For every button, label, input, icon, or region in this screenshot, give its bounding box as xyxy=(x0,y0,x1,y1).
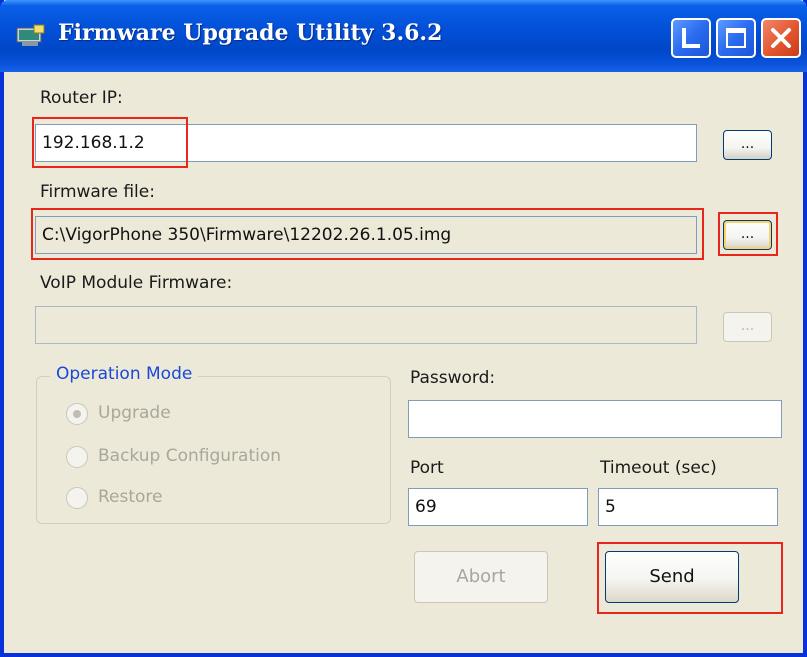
router-ip-label: Router IP: xyxy=(40,88,123,108)
maximize-icon xyxy=(726,28,746,48)
timeout-input[interactable]: 5 xyxy=(598,488,778,526)
restore-radio-label: Restore xyxy=(98,487,163,507)
port-label: Port xyxy=(410,458,444,478)
minimize-icon xyxy=(682,28,700,48)
password-input[interactable] xyxy=(408,400,782,438)
title-bar[interactable]: Firmware Upgrade Utility 3.6.2 xyxy=(0,0,807,72)
abort-button[interactable]: Abort xyxy=(414,551,548,603)
backup-configuration-radio-label: Backup Configuration xyxy=(98,446,282,466)
voip-firmware-input[interactable] xyxy=(35,306,697,344)
password-label: Password: xyxy=(410,368,496,388)
router-ip-browse-button[interactable]: ... xyxy=(723,130,772,160)
app-icon xyxy=(16,24,45,46)
radio-selected-dot xyxy=(73,410,81,418)
timeout-label: Timeout (sec) xyxy=(600,458,717,478)
firmware-file-label: Firmware file: xyxy=(40,182,155,202)
send-button[interactable]: Send xyxy=(605,551,739,603)
backup-configuration-radio[interactable] xyxy=(66,446,88,468)
close-button[interactable] xyxy=(761,18,801,58)
port-input[interactable]: 69 xyxy=(408,488,588,526)
operation-mode-title: Operation Mode xyxy=(50,364,199,384)
minimize-button[interactable] xyxy=(671,18,711,58)
upgrade-radio-label: Upgrade xyxy=(98,403,171,423)
firmware-file-input[interactable]: C:\VigorPhone 350\Firmware\12202.26.1.05… xyxy=(35,216,697,254)
upgrade-radio[interactable] xyxy=(66,403,88,425)
maximize-button[interactable] xyxy=(716,18,756,58)
firmware-file-browse-button[interactable]: ... xyxy=(723,220,772,250)
voip-firmware-label: VoIP Module Firmware: xyxy=(40,273,233,293)
restore-radio[interactable] xyxy=(66,487,88,509)
router-ip-input[interactable]: 192.168.1.2 xyxy=(35,124,697,162)
window-title: Firmware Upgrade Utility 3.6.2 xyxy=(58,20,443,46)
close-icon xyxy=(771,28,791,48)
voip-firmware-browse-button[interactable]: ... xyxy=(723,312,772,342)
